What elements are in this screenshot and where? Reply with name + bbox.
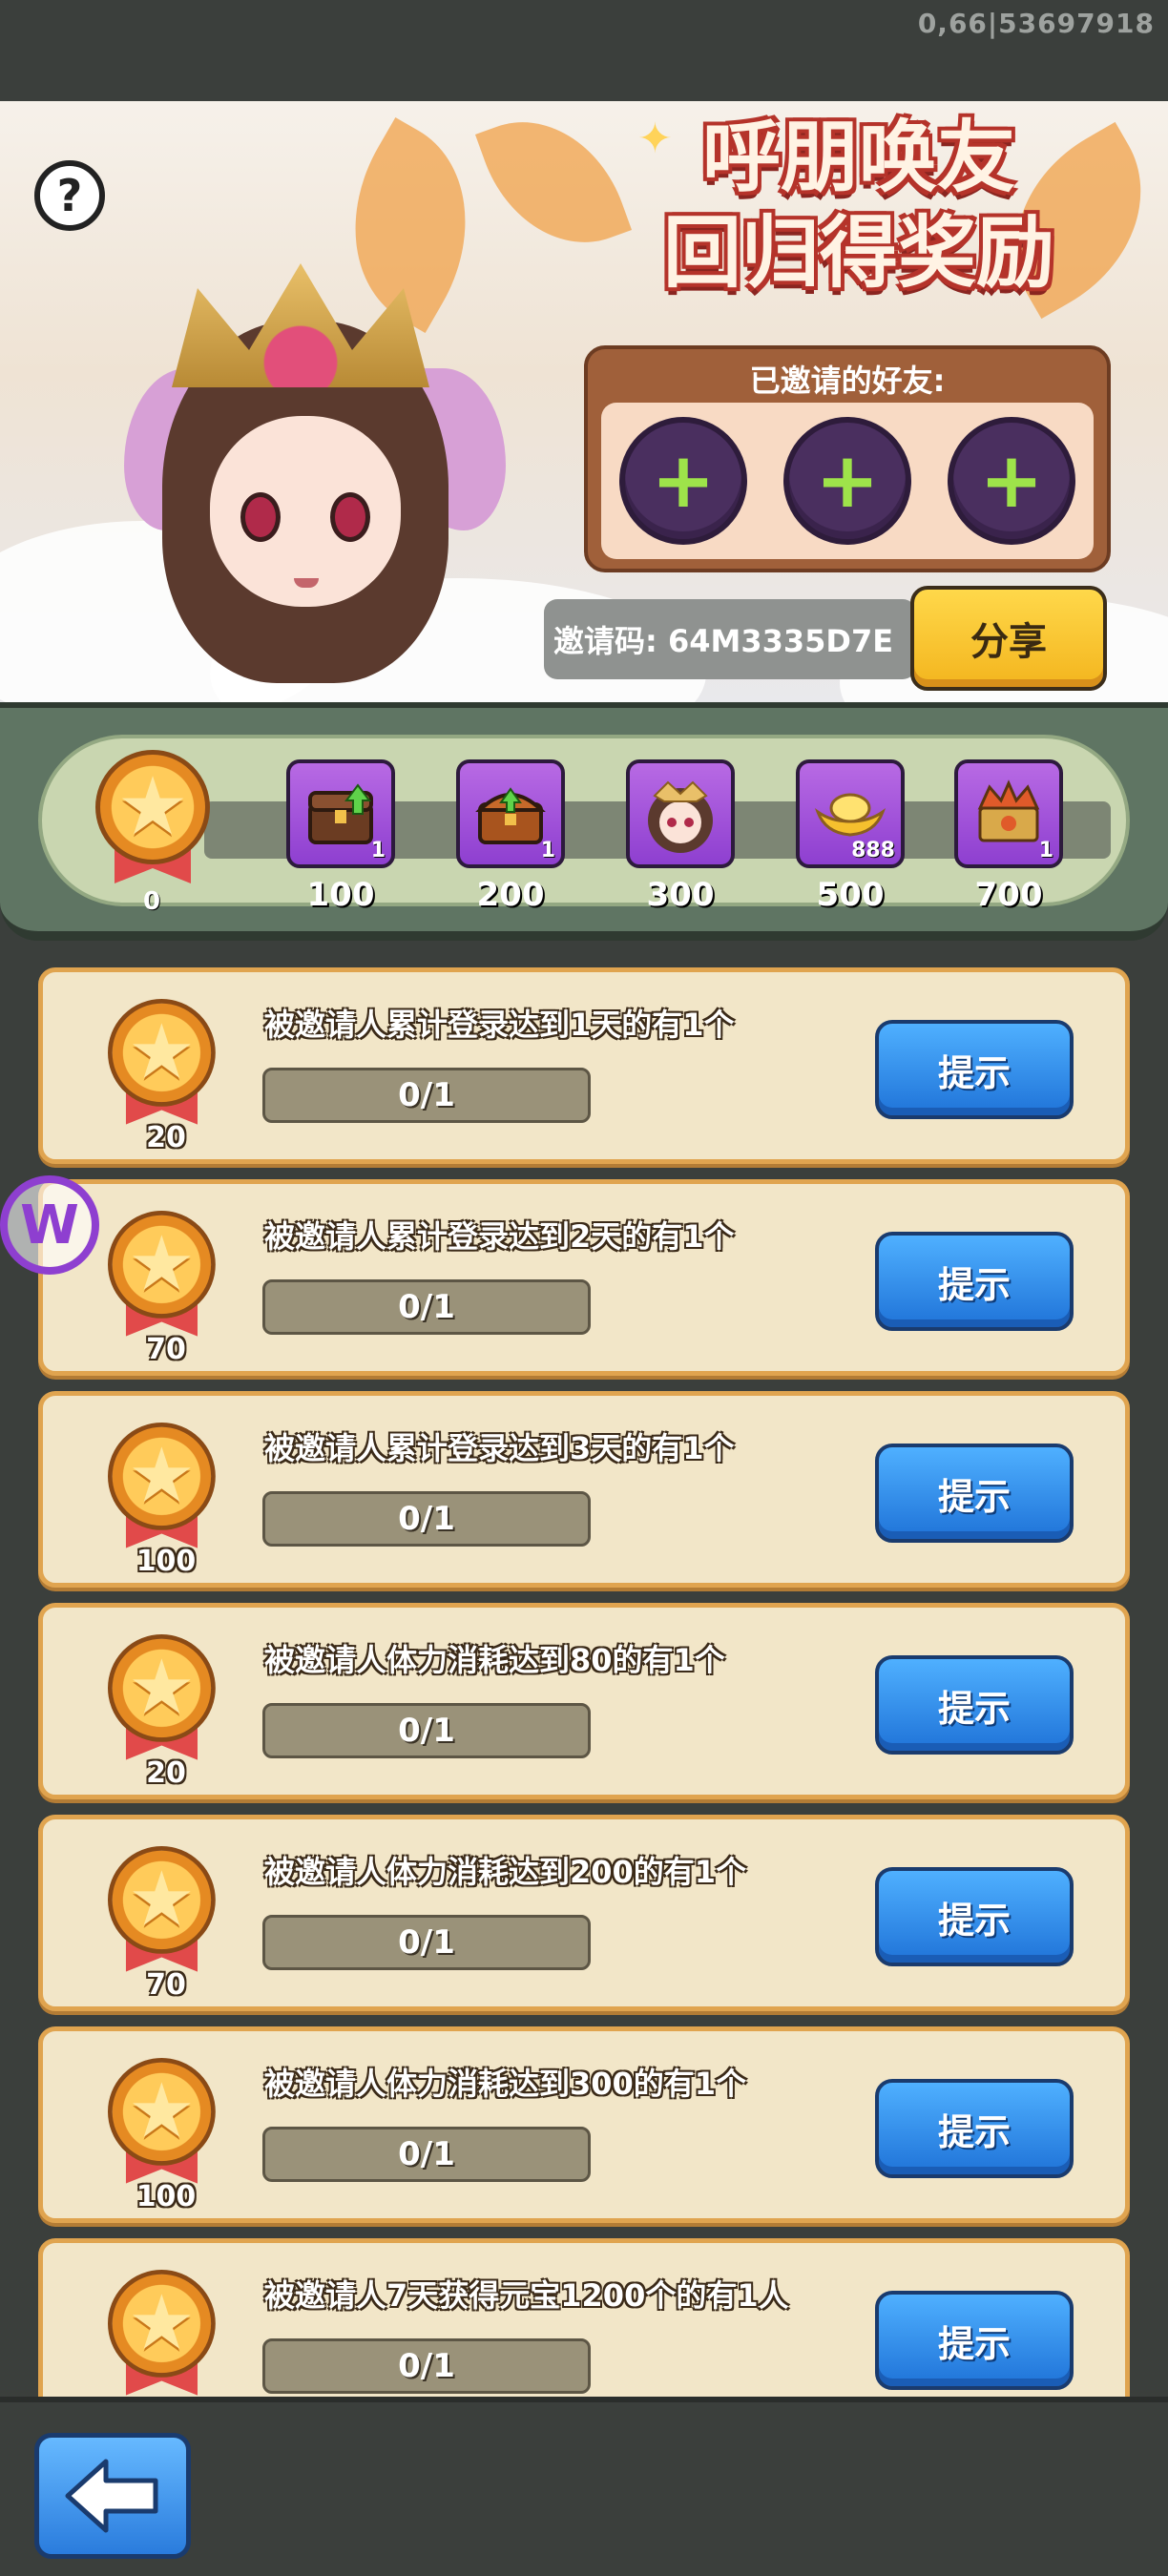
task-reward-points: 20 — [146, 1756, 186, 1790]
character-portrait — [95, 206, 506, 702]
plus-icon: + — [815, 436, 880, 525]
plus-icon: + — [651, 436, 716, 525]
milestone-points: 100 — [306, 876, 375, 914]
task-list[interactable]: ★ 20 被邀请人累计登录达到1天的有1个 0/1 提示 ★ 70 被邀请人累计… — [38, 967, 1130, 2450]
hint-button[interactable]: 提示 — [875, 1444, 1074, 1543]
milestone-points: 300 — [646, 876, 715, 914]
task-progress: 0/1 — [262, 1068, 591, 1123]
invited-friends-panel: 已邀请的好友: + + + — [584, 345, 1111, 572]
invite-code: 邀请码: 64M3335D7E — [544, 599, 916, 679]
task-progress: 0/1 — [262, 1703, 591, 1758]
chest-upgrade-icon — [308, 783, 373, 844]
back-arrow-icon — [65, 2459, 158, 2533]
invite-slot-button[interactable]: + — [619, 417, 747, 545]
chest-upgrade-icon — [475, 787, 546, 844]
task-reward-points: 100 — [136, 1545, 197, 1578]
points-medal-icon: ★ — [108, 1211, 216, 1345]
hint-button[interactable]: 提示 — [875, 2079, 1074, 2178]
task-description: 被邀请人体力消耗达到200的有1个 — [264, 1854, 747, 1890]
task-card: ★ 100 被邀请人体力消耗达到300的有1个 0/1 提示 — [38, 2026, 1130, 2223]
character-eye — [330, 492, 370, 542]
reward-count: 888 — [851, 839, 895, 862]
points-medal-icon: ★ — [108, 1423, 216, 1557]
milestone-reward[interactable]: 300 — [626, 759, 735, 914]
task-reward-points: 70 — [146, 1968, 186, 2002]
task-card: ★ 70 被邀请人累计登录达到2天的有1个 0/1 提示 — [38, 1179, 1130, 1376]
task-description: 被邀请人累计登录达到2天的有1个 — [264, 1218, 735, 1255]
points-medal-icon: ★ — [108, 2058, 216, 2192]
crown-icon — [172, 263, 429, 387]
milestone-reward[interactable]: 888 500 — [796, 759, 905, 914]
reward-count: 1 — [540, 839, 555, 862]
task-description: 被邀请人体力消耗达到300的有1个 — [264, 2066, 747, 2102]
points-medal-icon: ★ — [108, 1846, 216, 1981]
character-avatar-icon — [648, 780, 713, 853]
task-card: ★ 20 被邀请人累计登录达到1天的有1个 0/1 提示 — [38, 967, 1130, 1164]
milestone-points: 700 — [974, 876, 1043, 914]
back-button[interactable] — [34, 2433, 191, 2559]
task-progress: 0/1 — [262, 1915, 591, 1970]
hint-button[interactable]: 提示 — [875, 1867, 1074, 1966]
milestone-points: 200 — [476, 876, 545, 914]
plus-icon: + — [979, 436, 1044, 525]
task-card: ★ 70 被邀请人体力消耗达到200的有1个 0/1 提示 — [38, 1815, 1130, 2011]
hint-button[interactable]: 提示 — [875, 2291, 1074, 2390]
task-description: 被邀请人累计登录达到1天的有1个 — [264, 1007, 735, 1043]
invited-friends-label: 已邀请的好友: — [749, 363, 946, 399]
milestone-reward[interactable]: 1 100 — [286, 759, 395, 914]
milestone-reward[interactable]: 1 200 — [456, 759, 565, 914]
armor-crate-icon — [977, 779, 1040, 842]
help-icon: ? — [56, 170, 83, 221]
points-medal-icon: ★ — [95, 750, 210, 893]
task-progress: 0/1 — [262, 1279, 591, 1335]
hint-button[interactable]: 提示 — [875, 1655, 1074, 1755]
milestone-points: 500 — [816, 876, 885, 914]
invite-slot-button[interactable]: + — [948, 417, 1075, 545]
status-bar: 0,66|53697918 — [0, 0, 1168, 101]
points-medal-icon: ★ — [108, 1634, 216, 1769]
task-description: 被邀请人7天获得元宝1200个的有1人 — [264, 2277, 789, 2314]
points-medal-icon: ★ — [108, 999, 216, 1133]
points-medal-icon: ★ — [108, 2270, 216, 2404]
banner-title: 呼朋唤友 回归得奖励 — [592, 111, 1126, 301]
character-eye — [240, 492, 281, 542]
current-points: 0 — [143, 887, 161, 916]
title-line-2: 回归得奖励 — [662, 208, 1054, 299]
task-description: 被邀请人体力消耗达到80的有1个 — [264, 1642, 725, 1678]
reward-count: 1 — [1038, 839, 1053, 862]
invite-slot-button[interactable]: + — [783, 417, 911, 545]
task-progress: 0/1 — [262, 2338, 591, 2394]
task-card: ★ 20 被邀请人体力消耗达到80的有1个 0/1 提示 — [38, 1603, 1130, 1799]
task-reward-points: 100 — [136, 2180, 197, 2213]
invite-slot-row: + + + — [601, 403, 1094, 559]
overlay-logo-icon[interactable]: W — [0, 1175, 99, 1275]
bottom-bar — [0, 2397, 1168, 2576]
screen: 0,66|53697918 ? ✦ 呼朋唤友 回归得奖励 已邀请的好友: + +… — [0, 0, 1168, 2576]
invite-banner: ? ✦ 呼朋唤友 回归得奖励 已邀请的好友: + + + 邀请码: 64M333… — [0, 101, 1168, 704]
milestone-reward[interactable]: 1 700 — [954, 759, 1063, 914]
task-progress: 0/1 — [262, 1491, 591, 1547]
task-reward-points: 20 — [146, 1121, 186, 1154]
title-line-1: 呼朋唤友 — [701, 113, 1015, 203]
points-progress-panel: ★ 0 1 100 1 200 300 888 500 1 700 — [0, 702, 1168, 941]
build-info: 0,66|53697918 — [917, 8, 1155, 39]
hint-button[interactable]: 提示 — [875, 1020, 1074, 1119]
share-button[interactable]: 分享 — [910, 586, 1107, 691]
task-card: ★ 100 被邀请人累计登录达到3天的有1个 0/1 提示 — [38, 1391, 1130, 1588]
hint-button[interactable]: 提示 — [875, 1232, 1074, 1331]
task-description: 被邀请人累计登录达到3天的有1个 — [264, 1430, 735, 1466]
reward-count: 1 — [370, 839, 386, 862]
help-button[interactable]: ? — [34, 160, 105, 231]
task-reward-points: 70 — [146, 1333, 186, 1366]
task-progress: 0/1 — [262, 2127, 591, 2182]
